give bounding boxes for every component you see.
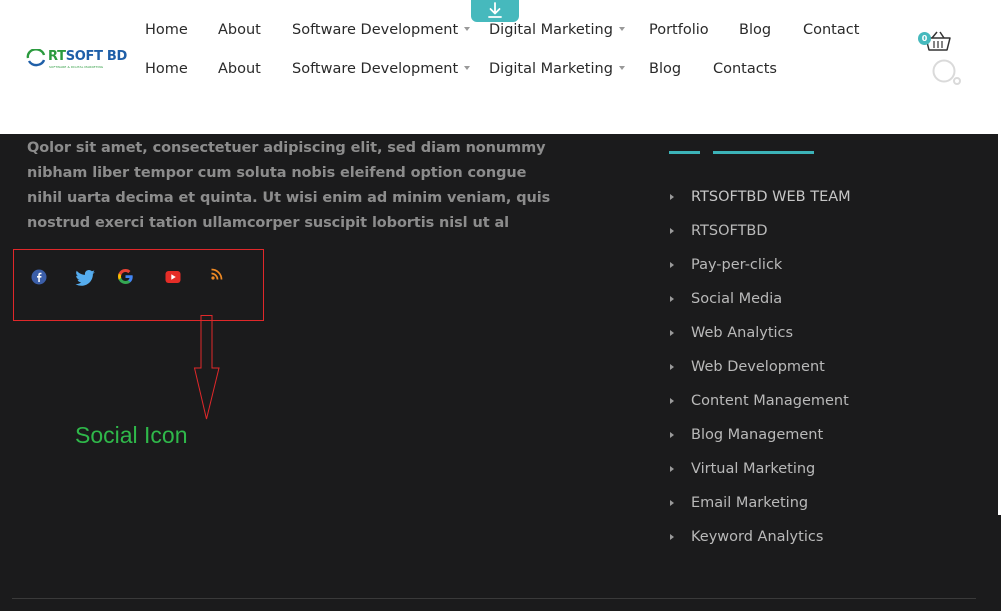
social-icons-highlight bbox=[13, 249, 264, 321]
download-icon bbox=[488, 2, 502, 18]
footer-link[interactable]: Pay-per-click bbox=[669, 248, 851, 282]
footer-about-text: Qolor sit amet, consectetuer adipiscing … bbox=[27, 140, 551, 231]
caret-right-icon bbox=[670, 364, 674, 370]
rss-icon[interactable] bbox=[211, 268, 223, 280]
cart-button[interactable]: 0 bbox=[918, 30, 954, 54]
secondary-nav: Home About Software Development Digital … bbox=[0, 61, 900, 83]
caret-right-icon bbox=[670, 262, 674, 268]
caret-right-icon bbox=[670, 296, 674, 302]
facebook-icon[interactable] bbox=[31, 269, 47, 285]
chevron-down-icon bbox=[618, 66, 625, 70]
primary-nav: Home About Software Development Digital … bbox=[0, 22, 900, 44]
nav-blog[interactable]: Blog bbox=[649, 61, 681, 77]
site-header: RTSOFT BD SOFTWARE & DIGITAL MARKETING H… bbox=[0, 0, 1001, 134]
chevron-down-icon bbox=[464, 27, 471, 31]
footer-heading-underline bbox=[713, 151, 814, 154]
nav-software-development[interactable]: Software Development bbox=[292, 61, 471, 77]
nav-home[interactable]: Home bbox=[145, 61, 188, 77]
nav-software-development[interactable]: Software Development bbox=[292, 22, 471, 38]
chevron-down-icon bbox=[464, 66, 471, 70]
nav-digital-marketing[interactable]: Digital Marketing bbox=[489, 22, 625, 38]
nav-contact[interactable]: Contact bbox=[803, 22, 859, 38]
youtube-icon[interactable] bbox=[165, 270, 181, 284]
nav-contacts[interactable]: Contacts bbox=[713, 61, 777, 77]
site-footer: Qolor sit amet, consectetuer adipiscing … bbox=[0, 134, 998, 611]
caret-right-icon bbox=[670, 534, 674, 540]
footer-link[interactable]: Keyword Analytics bbox=[669, 520, 851, 554]
search-button[interactable] bbox=[930, 57, 962, 89]
footer-heading-underline bbox=[669, 151, 700, 154]
footer-link[interactable]: Web Analytics bbox=[669, 316, 851, 350]
caret-right-icon bbox=[670, 500, 674, 506]
footer-link[interactable]: Email Marketing bbox=[669, 486, 851, 520]
caret-right-icon bbox=[670, 466, 674, 472]
nav-blog[interactable]: Blog bbox=[739, 22, 771, 38]
nav-about[interactable]: About bbox=[218, 22, 261, 38]
twitter-icon[interactable] bbox=[75, 270, 96, 287]
caret-right-icon bbox=[670, 398, 674, 404]
search-icon bbox=[932, 59, 961, 85]
footer-link[interactable]: Social Media bbox=[669, 282, 851, 316]
google-icon[interactable] bbox=[118, 269, 133, 284]
footer-link[interactable]: RTSOFTBD WEB TEAM bbox=[669, 180, 851, 214]
footer-link[interactable]: Content Management bbox=[669, 384, 851, 418]
footer-link[interactable]: Blog Management bbox=[669, 418, 851, 452]
footer-divider bbox=[12, 598, 976, 599]
footer-link[interactable]: RTSOFTBD bbox=[669, 214, 851, 248]
annotation-arrow bbox=[193, 315, 220, 420]
caret-right-icon bbox=[670, 432, 674, 438]
footer-links-list: RTSOFTBD WEB TEAM RTSOFTBD Pay-per-click… bbox=[669, 180, 851, 554]
caret-right-icon bbox=[670, 228, 674, 234]
nav-home[interactable]: Home bbox=[145, 22, 188, 38]
nav-digital-marketing[interactable]: Digital Marketing bbox=[489, 61, 625, 77]
footer-link[interactable]: Virtual Marketing bbox=[669, 452, 851, 486]
nav-about[interactable]: About bbox=[218, 61, 261, 77]
caret-right-icon bbox=[670, 330, 674, 336]
download-tab[interactable] bbox=[471, 0, 519, 22]
annotation-caption: Social Icon bbox=[75, 422, 188, 448]
cart-count-badge: 0 bbox=[918, 32, 931, 45]
nav-portfolio[interactable]: Portfolio bbox=[649, 22, 709, 38]
chevron-down-icon bbox=[618, 27, 625, 31]
footer-link[interactable]: Web Development bbox=[669, 350, 851, 384]
caret-right-icon bbox=[670, 194, 674, 200]
